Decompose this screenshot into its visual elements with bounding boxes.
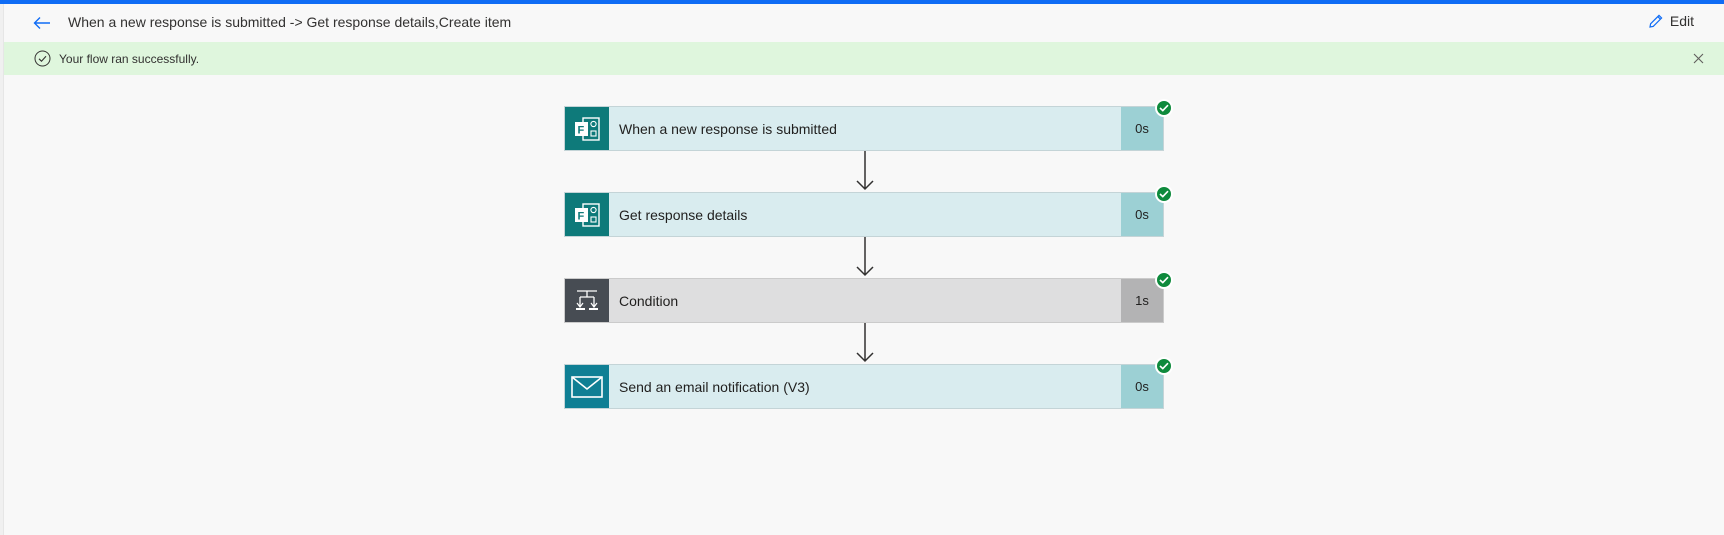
close-icon [1693, 53, 1703, 63]
success-check-icon [1155, 99, 1173, 117]
flow-title: When a new response is submitted -> Get … [68, 14, 512, 30]
success-check-icon [1155, 271, 1173, 289]
flow-connector-arrow [856, 323, 874, 363]
success-check-icon [1155, 357, 1173, 375]
flow-connector-arrow [856, 151, 874, 191]
edit-button[interactable]: Edit [1648, 13, 1694, 29]
step-label: Send an email notification (V3) [619, 379, 810, 395]
mail-icon [565, 365, 609, 408]
success-check-icon [1155, 185, 1173, 203]
svg-text:F: F [578, 124, 585, 136]
step-label: When a new response is submitted [619, 121, 837, 137]
condition-icon [565, 279, 609, 322]
pencil-icon [1649, 14, 1663, 28]
step-get-response-details[interactable]: F Get response details 0s [564, 185, 1173, 237]
back-button[interactable] [30, 12, 54, 34]
banner-message: Your flow ran successfully. [59, 52, 200, 66]
check-circle-icon [34, 50, 51, 67]
svg-text:F: F [578, 210, 585, 222]
step-condition[interactable]: Condition 1s [564, 271, 1173, 323]
step-label: Condition [619, 293, 679, 309]
forms-icon: F [565, 107, 609, 150]
forms-icon: F [565, 193, 609, 236]
dismiss-banner-button[interactable] [1690, 50, 1706, 66]
flow-connector-arrow [856, 237, 874, 277]
step-when-new-response[interactable]: F When a new response is submitted 0s [564, 99, 1173, 151]
edit-label: Edit [1669, 13, 1694, 29]
step-label: Get response details [619, 207, 748, 223]
run-header: When a new response is submitted -> Get … [4, 4, 1724, 42]
back-arrow-icon [33, 17, 50, 29]
success-banner: Your flow ran successfully. [4, 42, 1724, 75]
left-rail [0, 4, 4, 535]
step-send-email-notification[interactable]: Send an email notification (V3) 0s [564, 357, 1173, 409]
